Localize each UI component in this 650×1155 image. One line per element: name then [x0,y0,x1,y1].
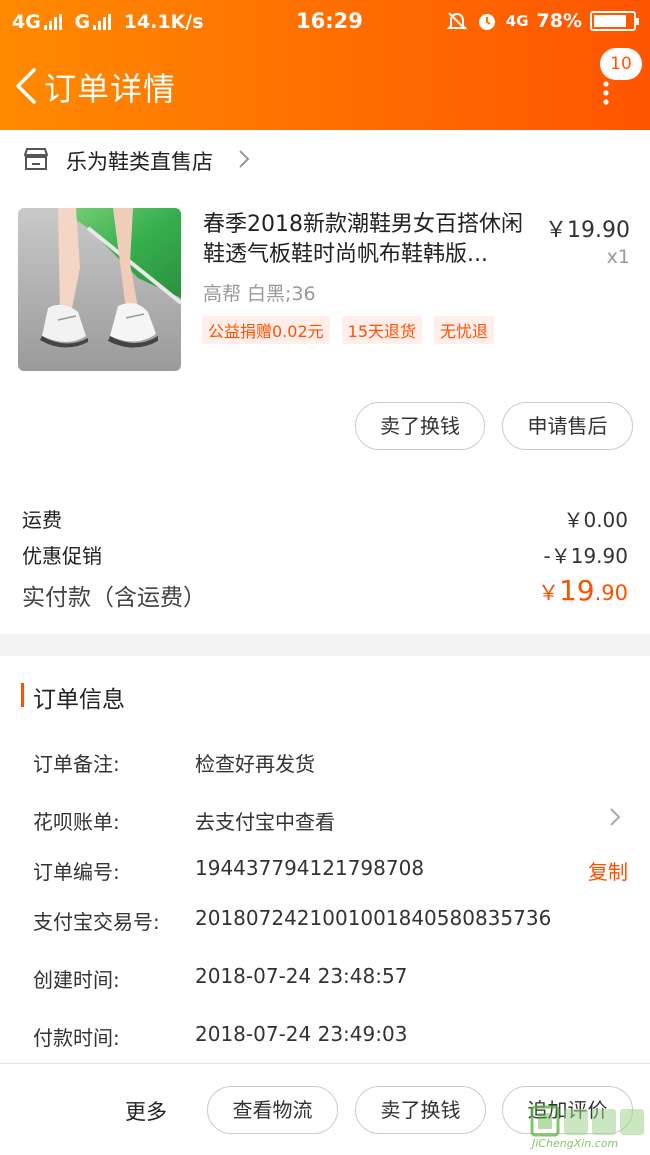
paid-label: 实付款（含运费） [22,585,206,611]
app-header: 4G G 14.1K/s 16:29 4G 78% 订单详情 10 [0,0,650,130]
remark-value: 检查好再发货 [195,752,315,776]
paid-currency: ￥ [537,581,559,605]
shipping-label: 运费 [22,508,62,532]
created-time-label: 创建时间: [33,968,120,992]
more-menu-icon[interactable] [596,80,616,106]
clock: 16:29 [296,9,363,33]
signal-icon [43,14,62,30]
section-accent-bar [21,683,24,707]
after-sale-button[interactable]: 申请售后 [502,402,633,450]
mute-bell-icon [446,12,468,30]
product-spec: 高帮 白黑;36 [203,283,316,305]
chevron-right-icon [239,150,250,168]
alipay-value: 2018072421001001840580835736 [195,906,552,930]
paid-integer: 19 [558,574,595,607]
network-type-3: 4G [505,12,529,30]
alarm-icon [478,14,495,30]
network-status: 4G G 14.1K/s [12,11,204,33]
product-image[interactable] [18,208,181,371]
paid-time-label: 付款时间: [33,1026,120,1050]
site-watermark: JiChengXin.com [530,1105,644,1150]
product-photo [18,208,181,371]
shipping-value: ￥0.00 [563,508,628,532]
system-icons: 4G 78% [446,10,639,32]
discount-label: 优惠促销 [22,544,102,568]
chevron-right-icon [610,808,621,826]
sell-button-bottom[interactable]: 卖了换钱 [355,1086,486,1134]
shop-name: 乐为鞋类直售店 [66,150,213,174]
network-type-1: 4G [12,11,41,33]
section-title: 订单信息 [33,687,125,713]
store-icon [24,148,48,170]
order-no-label: 订单编号: [33,860,120,884]
service-tag: 15天退货 [341,316,423,344]
huabei-label: 花呗账单: [33,810,120,834]
service-tag: 公益捐赠0.02元 [202,316,330,344]
product-quantity: x1 [606,246,630,268]
paid-decimal: .90 [594,581,628,605]
battery-percent: 78% [536,10,582,32]
service-tags: 公益捐赠0.02元 15天退货 无忧退 [202,316,495,344]
shop-row[interactable]: 乐为鞋类直售店 [0,130,650,188]
watermark-text: JiChengXin.com [530,1137,618,1150]
service-tag: 无忧退 [434,316,495,344]
paid-amount: ￥19.90 [538,574,628,607]
order-no-value: 194437794121798708 [195,856,425,880]
copy-button[interactable]: 复制 [588,856,628,885]
product-price: ￥19.90 [545,218,630,243]
network-type-2: G [74,11,91,33]
paid-time-value: 2018-07-24 23:49:03 [195,1022,408,1046]
signal-icon [93,14,112,30]
remark-label: 订单备注: [33,752,120,776]
more-button[interactable]: 更多 [125,1096,167,1126]
product-title: 春季2018新款潮鞋男女百搭休闲鞋透气板鞋时尚帆布鞋韩版... [203,212,523,267]
status-bar: 4G G 14.1K/s 16:29 4G 78% [0,0,650,44]
message-count-badge[interactable]: 10 [600,48,642,80]
network-speed: 14.1K/s [123,11,204,33]
section-divider [0,634,650,656]
battery-icon [590,11,639,31]
alipay-label: 支付宝交易号: [33,910,160,934]
discount-value: -￥19.90 [543,544,628,568]
page-title: 订单详情 [44,70,177,108]
back-arrow-icon[interactable] [12,66,40,106]
sell-button[interactable]: 卖了换钱 [355,402,485,450]
created-time-value: 2018-07-24 23:48:57 [195,964,408,988]
view-logistics-button[interactable]: 查看物流 [207,1086,338,1134]
huabei-value: 去支付宝中查看 [195,810,335,834]
